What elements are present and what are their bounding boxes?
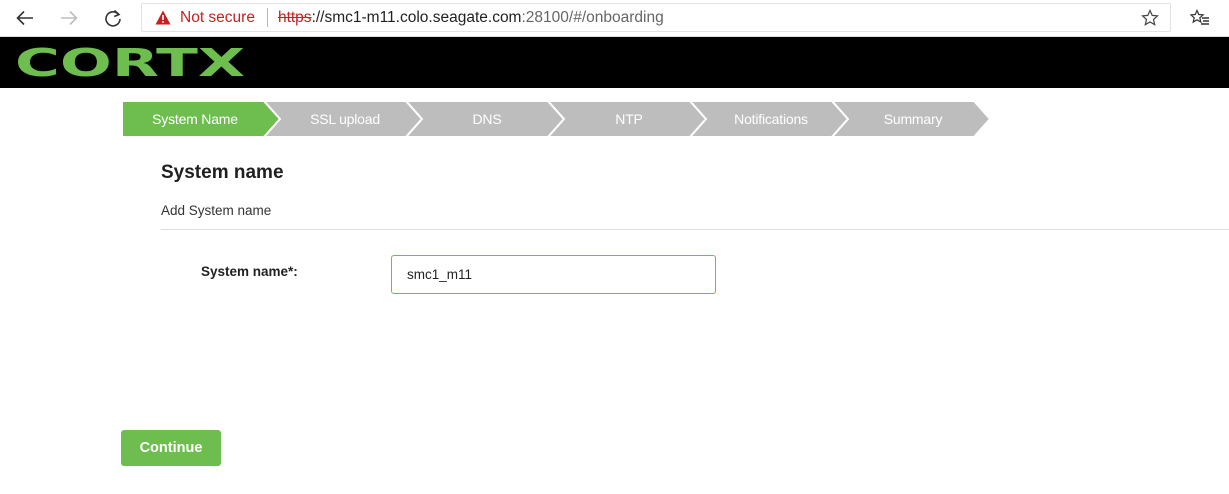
address-divider	[266, 8, 268, 27]
wizard-step-label: DNS	[472, 111, 502, 127]
continue-button[interactable]: Continue	[121, 430, 221, 466]
app-header: CORTX	[0, 37, 1229, 88]
wizard-step-label: System Name	[152, 111, 238, 127]
not-secure-label[interactable]: Not secure	[180, 9, 255, 27]
favorites-icon[interactable]	[1189, 7, 1211, 29]
cortx-logo[interactable]: CORTX	[15, 41, 247, 86]
wizard-step-label: Notifications	[734, 111, 808, 127]
wizard-step-label: NTP	[615, 111, 643, 127]
reload-icon[interactable]	[100, 5, 126, 31]
url-path: :28100/#/onboarding	[521, 8, 664, 26]
browser-toolbar: Not secure https://smc1-m11.colo.seagate…	[0, 0, 1229, 37]
url-scheme: https	[277, 8, 312, 26]
system-name-input[interactable]	[391, 255, 716, 294]
system-name-label: System name*:	[201, 264, 298, 279]
url-text[interactable]: https://smc1-m11.colo.seagate.com:28100/…	[278, 9, 664, 27]
page-title: System name	[161, 162, 284, 183]
address-bar[interactable]: Not secure https://smc1-m11.colo.seagate…	[141, 3, 1171, 32]
back-arrow-icon[interactable]	[12, 5, 38, 31]
star-icon[interactable]	[1140, 8, 1160, 28]
forward-arrow-icon[interactable]	[56, 5, 82, 31]
section-divider	[161, 229, 1229, 230]
wizard-step-label: Summary	[883, 111, 943, 127]
page-subtitle: Add System name	[161, 203, 272, 218]
wizard-step-label: SSL upload	[310, 111, 380, 127]
svg-text:CORTX: CORTX	[15, 45, 245, 81]
warning-icon	[155, 10, 171, 26]
wizard-steps: System Name SSL upload DNS NTP Notifications…	[122, 101, 1002, 137]
url-host: ://smc1-m11.colo.seagate.com	[311, 8, 522, 26]
